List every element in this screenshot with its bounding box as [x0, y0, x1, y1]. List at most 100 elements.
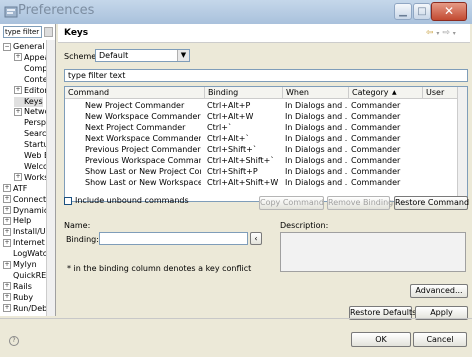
tree-node-label: Rails: [13, 281, 32, 291]
ok-button[interactable]: OK: [351, 332, 411, 347]
include-unbound-label: Include unbound commands: [75, 196, 189, 205]
expand-icon[interactable]: +: [3, 293, 11, 302]
table-header: Command Binding When Category ▲ User: [65, 87, 459, 99]
scheme-value: Default: [99, 51, 129, 60]
tree-node[interactable]: + Mylyn: [3, 260, 37, 270]
cell-binding: Ctrl+Shift+`: [207, 145, 257, 154]
tree-node-label: General: [13, 42, 45, 51]
expand-icon[interactable]: +: [3, 206, 11, 214]
forward-arrow-icon[interactable]: ⇨: [442, 28, 450, 38]
restore-command-button[interactable]: Restore Command: [394, 196, 469, 210]
table-row[interactable]: Show Last or New Workspace Co Ctrl+Alt+Sh…: [65, 177, 459, 188]
tree-node[interactable]: − General: [3, 42, 45, 52]
tree-node[interactable]: + Internet: [3, 238, 45, 248]
table-row[interactable]: Show Last or New Project Comm Ctrl+Shift+…: [65, 166, 459, 177]
cell-category: Commander: [351, 123, 401, 132]
collapse-icon[interactable]: −: [3, 42, 11, 51]
sort-ascending-icon: ▲: [392, 89, 397, 96]
expand-icon[interactable]: +: [3, 216, 11, 225]
close-icon: ✕: [443, 4, 455, 18]
maximize-button[interactable]: □: [413, 3, 431, 20]
table-row[interactable]: Next Project Commander Ctrl+` In Dialogs a…: [65, 122, 459, 133]
expand-icon[interactable]: +: [14, 173, 22, 182]
key-conflict-note: * in the binding column denotes a key co…: [67, 264, 252, 273]
table-row[interactable]: Previous Workspace Commander Ctrl+Alt+Shi…: [65, 155, 459, 166]
cell-category: Commander: [351, 167, 401, 176]
tree-node[interactable]: + Ruby: [3, 293, 33, 303]
binding-input[interactable]: [99, 232, 248, 245]
table-row[interactable]: New Workspace Commander Ctrl+Alt+W In Dial…: [65, 111, 459, 122]
cell-binding: Ctrl+Alt+W: [207, 112, 254, 121]
expand-icon[interactable]: +: [3, 282, 11, 291]
tree-node[interactable]: + ATF: [3, 184, 27, 194]
clear-filter-icon[interactable]: [44, 27, 53, 37]
minimize-button[interactable]: ▁: [394, 3, 412, 20]
cell-category: Commander: [351, 145, 401, 154]
tree-node-label: Keys: [24, 96, 43, 106]
command-filter-input[interactable]: type filter text: [64, 69, 468, 82]
binding-menu-button[interactable]: ‹: [250, 232, 262, 245]
name-label: Name:: [64, 221, 91, 230]
expand-icon[interactable]: +: [3, 238, 11, 247]
maximize-icon: □: [417, 6, 427, 17]
expand-icon[interactable]: +: [3, 260, 11, 269]
page-header: Keys ⇦ ▾ ⇨ ▾: [58, 24, 470, 43]
cell-binding: Ctrl+Alt+P: [207, 101, 251, 110]
cell-command: New Workspace Commander: [85, 112, 201, 121]
table-scrollbar[interactable]: [457, 87, 467, 201]
expand-icon[interactable]: +: [3, 195, 11, 204]
tree-node[interactable]: + Help: [3, 216, 31, 226]
include-unbound-checkbox[interactable]: [64, 197, 72, 205]
scheme-label: Scheme:: [64, 52, 99, 61]
copy-command-button[interactable]: Copy Command: [259, 196, 324, 210]
bindings-table: Command Binding When Category ▲ User New…: [64, 86, 468, 202]
cell-command: Show Last or New Workspace Co: [85, 178, 201, 187]
preferences-window: Preferences ▁ □ ✕ type filter − General + A…: [0, 0, 472, 357]
dialog-separator: [0, 318, 472, 319]
cell-when: In Dialogs and ...: [285, 101, 347, 110]
tree-scrollbar[interactable]: [46, 40, 55, 316]
expand-icon[interactable]: +: [3, 304, 11, 313]
tree-filter-input[interactable]: type filter: [3, 26, 42, 38]
cell-when: In Dialogs and ...: [285, 123, 347, 132]
cell-when: In Dialogs and ...: [285, 178, 347, 187]
column-binding[interactable]: Binding: [205, 87, 283, 98]
chevron-down-icon: ▼: [177, 50, 189, 61]
column-category[interactable]: Category ▲: [349, 87, 423, 98]
column-category-label: Category: [352, 88, 389, 97]
table-row[interactable]: New Project Commander Ctrl+Alt+P In Dialog…: [65, 100, 459, 111]
cell-command: Next Workspace Commander: [85, 134, 201, 143]
scheme-select[interactable]: Default ▼: [95, 49, 190, 62]
remove-binding-button[interactable]: Remove Binding: [327, 196, 393, 210]
column-user[interactable]: User: [423, 87, 459, 98]
table-row[interactable]: Previous Project Commander Ctrl+Shift+` In…: [65, 144, 459, 155]
tree-node[interactable]: QuickREx: [3, 271, 51, 281]
binding-label: Binding:: [66, 235, 99, 244]
expand-icon[interactable]: +: [14, 53, 22, 62]
expand-icon[interactable]: +: [14, 86, 22, 95]
column-when[interactable]: When: [283, 87, 349, 98]
expand-icon[interactable]: +: [3, 184, 11, 193]
back-arrow-icon[interactable]: ⇦: [426, 28, 434, 38]
cancel-button[interactable]: Cancel: [413, 332, 467, 347]
tree-node-label: Ruby: [13, 292, 34, 302]
column-command[interactable]: Command: [65, 87, 205, 98]
close-button[interactable]: ✕: [431, 2, 467, 21]
tree-node-label: Internet: [13, 238, 45, 248]
title-bar[interactable]: Preferences ▁ □ ✕: [0, 0, 472, 24]
window-title: Preferences: [18, 3, 95, 18]
tree-node[interactable]: + Rails: [3, 282, 32, 292]
cell-when: In Dialogs and ...: [285, 156, 347, 165]
preference-tree: type filter −General+AppearanceCompare/P…: [0, 24, 56, 316]
tree-node[interactable]: Keys: [14, 96, 43, 107]
advanced-button[interactable]: Advanced...: [410, 284, 468, 298]
help-icon[interactable]: ?: [9, 336, 19, 346]
cell-binding: Ctrl+Alt+Shift+`: [207, 156, 275, 165]
table-row[interactable]: Next Workspace Commander Ctrl+Alt+` In Dia…: [65, 133, 459, 144]
expand-icon[interactable]: +: [3, 227, 11, 236]
cell-binding: Ctrl+`: [207, 123, 232, 132]
cell-category: Commander: [351, 178, 401, 187]
cell-command: Previous Project Commander: [85, 145, 201, 154]
expand-icon[interactable]: +: [14, 107, 22, 116]
cell-category: Commander: [351, 134, 401, 143]
